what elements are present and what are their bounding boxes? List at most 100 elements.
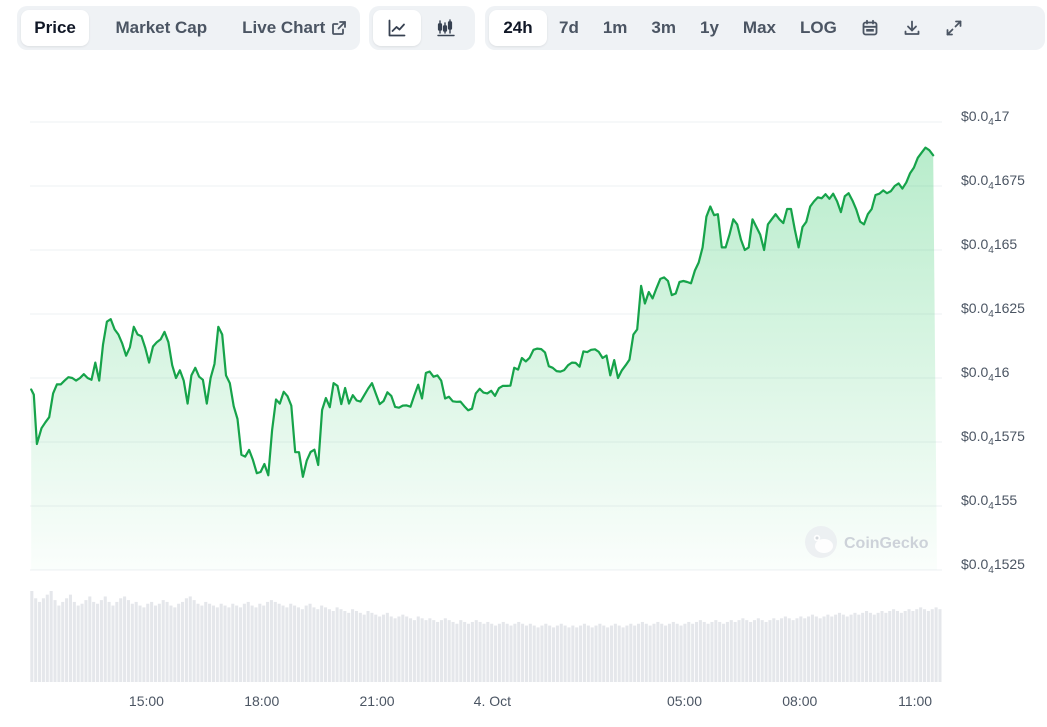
- volume-bar: [416, 616, 420, 682]
- volume-bar: [401, 614, 405, 682]
- x-tick-label: 08:00: [782, 693, 817, 709]
- volume-bar: [497, 623, 501, 682]
- volume-bar: [745, 620, 749, 682]
- volume-bar: [895, 611, 899, 682]
- volume-bar: [335, 607, 339, 682]
- volume-bar: [803, 618, 807, 682]
- volume-bar: [99, 600, 103, 682]
- volume-bar: [320, 605, 324, 682]
- volume-bar: [501, 621, 505, 682]
- x-tick-label: 21:00: [360, 693, 395, 709]
- volume-bar: [644, 623, 648, 682]
- volume-bar: [633, 625, 637, 682]
- volume-bar: [119, 598, 123, 682]
- volume-bar: [161, 600, 165, 682]
- volume-bar: [327, 609, 331, 682]
- volume-bar: [779, 618, 784, 682]
- volume-bar: [524, 625, 529, 682]
- volume-bar: [474, 620, 478, 682]
- volume-bar: [466, 623, 471, 682]
- volume-bar: [563, 625, 567, 682]
- volume-bar: [884, 612, 888, 682]
- volume-bar: [528, 623, 532, 682]
- volume-bar: [273, 601, 277, 682]
- volume-bars: [30, 591, 942, 682]
- volume-bar: [289, 603, 293, 682]
- volume-bar: [532, 625, 536, 682]
- volume-bar: [88, 596, 92, 682]
- volume-bar: [463, 621, 467, 682]
- volume-bar: [513, 623, 517, 682]
- volume-bar: [903, 611, 907, 682]
- volume-bar: [153, 605, 158, 682]
- volume-bar: [749, 621, 753, 682]
- volume-bar: [208, 603, 212, 682]
- volume-bar: [165, 601, 169, 682]
- volume-bar: [756, 618, 760, 682]
- volume-bar: [246, 601, 250, 682]
- price-chart[interactable]: $0.0417 $0.041675 $0.04165 $0.041625 $0.0416…: [0, 0, 1047, 727]
- volume-bar: [41, 598, 45, 682]
- volume-bar: [378, 616, 382, 682]
- volume-bar: [617, 625, 621, 682]
- gecko-logo-icon: [805, 526, 837, 558]
- volume-bar: [652, 623, 656, 682]
- volume-bar: [455, 623, 459, 682]
- volume-bar: [258, 603, 262, 682]
- volume-bar: [447, 620, 451, 682]
- volume-bar: [799, 616, 803, 682]
- volume-bar: [61, 601, 65, 682]
- volume-bar: [544, 623, 548, 682]
- volume-bar: [281, 605, 285, 682]
- volume-bar: [169, 605, 173, 682]
- volume-bar: [173, 607, 177, 682]
- volume-bar: [389, 616, 393, 682]
- volume-bar: [130, 603, 134, 682]
- y-axis-labels: $0.0417 $0.041675 $0.04165 $0.041625 $0.0416…: [961, 108, 1025, 576]
- volume-bar: [540, 625, 544, 682]
- volume-bar: [783, 616, 787, 682]
- volume-bar: [219, 603, 223, 682]
- volume-bar: [192, 600, 196, 682]
- volume-bar: [420, 618, 424, 682]
- volume-bar: [559, 623, 563, 682]
- volume-bar: [505, 623, 509, 682]
- volume-bar: [126, 600, 130, 682]
- volume-bar: [107, 601, 111, 682]
- volume-bar: [142, 607, 146, 682]
- volume-bar: [911, 611, 915, 682]
- volume-bar: [231, 603, 235, 682]
- volume-bar: [242, 603, 246, 682]
- volume-bar: [938, 609, 942, 682]
- volume-bar: [285, 607, 289, 682]
- volume-bar: [621, 627, 625, 682]
- volume-bar: [509, 625, 513, 682]
- volume-bar: [451, 621, 455, 682]
- volume-bar: [486, 621, 490, 682]
- volume-bar: [385, 612, 389, 682]
- volume-bar: [810, 614, 814, 682]
- volume-bar: [683, 623, 687, 682]
- volume-bar: [648, 625, 652, 682]
- volume-bar: [72, 601, 76, 682]
- volume-bar: [362, 614, 366, 682]
- volume-bar: [548, 625, 552, 682]
- volume-bar: [254, 607, 258, 682]
- volume-bar: [358, 612, 362, 682]
- volume-bar: [586, 625, 590, 682]
- volume-bar: [888, 611, 892, 682]
- volume-bar: [57, 605, 61, 682]
- volume-bar: [575, 627, 579, 682]
- volume-bar: [443, 618, 447, 682]
- volume-bar: [822, 616, 826, 682]
- volume-bar: [34, 598, 38, 682]
- volume-bar: [412, 620, 416, 682]
- volume-bar: [679, 625, 683, 682]
- volume-bar: [675, 623, 679, 682]
- volume-bar: [660, 623, 664, 682]
- volume-bar: [671, 621, 675, 682]
- volume-bar: [157, 603, 161, 682]
- volume-bar: [807, 616, 811, 682]
- volume-bar: [706, 623, 710, 682]
- volume-bar: [691, 623, 695, 682]
